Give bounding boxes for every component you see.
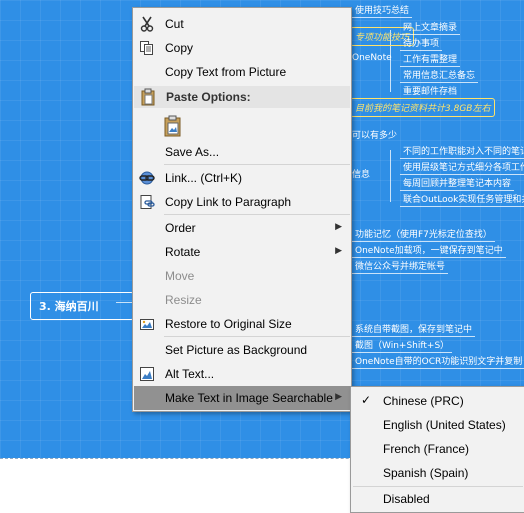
menu-item-cut[interactable]: Cut	[134, 12, 350, 36]
mindmap-node: 可以有多少	[352, 131, 398, 141]
submenu-item-label: Spanish (Spain)	[383, 466, 469, 480]
scissors-icon	[136, 14, 158, 34]
menu-item-label: Copy Link to Paragraph	[165, 195, 292, 209]
menu-separator	[164, 336, 350, 337]
mindmap-node: OneNote加载项，一键保存到笔记中	[352, 243, 506, 258]
menu-item-alt-text[interactable]: Alt Text...	[134, 362, 350, 386]
mindmap-branch-node[interactable]: 3. 海纳百川	[30, 292, 134, 320]
menu-item-label: Link... (Ctrl+K)	[165, 171, 243, 185]
menu-item-label: Cut	[165, 17, 184, 31]
menu-item-move: Move	[134, 264, 350, 288]
menu-item-link[interactable]: Link... (Ctrl+K)	[134, 166, 350, 190]
submenu-item-label: Chinese (PRC)	[383, 394, 464, 408]
mindmap-node: 不同的工作职能对入不同的笔记	[400, 144, 524, 159]
menu-item-label: Order	[165, 221, 196, 235]
menu-item-label: Alt Text...	[165, 367, 215, 381]
menu-item-make-text-searchable[interactable]: Make Text in Image Searchable ▶	[134, 386, 350, 410]
mindmap-node: 联合OutLook实现任务管理和共享	[400, 192, 524, 207]
submenu-item-label: English (United States)	[383, 418, 506, 432]
mindmap-node: 常用信息汇总备忘	[400, 68, 479, 83]
menu-item-set-picture-as-background[interactable]: Set Picture as Background	[134, 338, 350, 362]
mindmap-node: 待办事项	[400, 36, 443, 51]
submenu-item-english-us[interactable]: English (United States)	[351, 413, 523, 437]
mindmap-node: 网上文章摘录	[400, 20, 461, 35]
menu-item-order[interactable]: Order ▶	[134, 216, 350, 240]
menu-item-label: Set Picture as Background	[165, 343, 308, 357]
mindmap-node: 使用技巧总结	[352, 3, 413, 18]
submenu-item-label: French (France)	[383, 442, 470, 456]
menu-item-label: Save As...	[165, 145, 220, 159]
restore-size-icon	[136, 314, 158, 334]
menu-item-label: Copy Text from Picture	[165, 65, 287, 79]
menu-separator	[164, 214, 350, 215]
mindmap-node: 微信公众号并绑定帐号	[352, 259, 449, 274]
paste-picture-option[interactable]	[134, 113, 350, 141]
mindmap-node: 使用层级笔记方式细分各项工作	[400, 160, 524, 175]
mindmap-node: 系统自带截图，保存到笔记中	[352, 322, 476, 337]
submenu-item-french-france[interactable]: French (France)	[351, 437, 523, 461]
paste-picture-icon[interactable]	[162, 115, 184, 137]
menu-item-label: Resize	[165, 293, 202, 307]
mindmap-node: 重要邮件存档	[400, 84, 461, 99]
menu-item-copy-link-to-paragraph[interactable]: Copy Link to Paragraph	[134, 190, 350, 214]
mindmap-node: 工作有需整理	[400, 52, 461, 67]
paste-options-label: Paste Options:	[166, 90, 251, 104]
submenu-item-disabled[interactable]: Disabled	[351, 487, 523, 511]
menu-item-restore-original-size[interactable]: Restore to Original Size	[134, 312, 350, 336]
menu-item-rotate[interactable]: Rotate ▶	[134, 240, 350, 264]
mindmap-node: 功能记忆（使用F7光标定位查找）	[352, 227, 495, 242]
menu-item-label: Move	[165, 269, 195, 283]
menu-item-save-as[interactable]: Save As...	[134, 140, 350, 164]
link-icon	[136, 168, 158, 188]
menu-item-label: Make Text in Image Searchable	[165, 391, 333, 405]
submenu-item-chinese-prc[interactable]: ✓ Chinese (PRC)	[351, 389, 523, 413]
alt-text-icon	[136, 364, 158, 384]
paste-options-header: Paste Options:	[134, 86, 350, 108]
submenu-item-spanish-spain[interactable]: Spanish (Spain)	[351, 461, 523, 485]
copy-icon	[136, 38, 158, 58]
mindmap-node: OneNote自带的OCR功能识别文字并复制	[352, 354, 524, 369]
context-menu: Cut Copy Copy Text from Picture Paste Op…	[132, 7, 352, 412]
mindmap-node: 目前我的笔记资料共计3.8GB左右	[350, 98, 496, 117]
menu-separator	[164, 164, 350, 165]
mindmap-node: OneNote	[352, 53, 392, 63]
mindmap-node: 每周回顾并整理笔记本内容	[400, 176, 515, 191]
chevron-right-icon: ▶	[335, 221, 342, 231]
ocr-language-submenu: ✓ Chinese (PRC) English (United States) …	[350, 386, 524, 513]
menu-item-label: Rotate	[165, 245, 201, 259]
copy-link-icon	[136, 192, 158, 212]
mindmap-node: 信息	[352, 170, 371, 180]
chevron-right-icon: ▶	[335, 245, 342, 255]
menu-item-copy[interactable]: Copy	[134, 36, 350, 60]
menu-item-label: Restore to Original Size	[165, 317, 292, 331]
chevron-right-icon: ▶	[335, 391, 342, 401]
menu-item-resize: Resize	[134, 288, 350, 312]
menu-item-copy-text-from-picture[interactable]: Copy Text from Picture	[134, 60, 350, 84]
submenu-item-label: Disabled	[383, 492, 430, 506]
menu-item-label: Copy	[165, 41, 194, 55]
mindmap-node: 截图（Win+Shift+S）	[352, 338, 453, 353]
clipboard-icon	[140, 88, 156, 111]
checkmark-icon: ✓	[361, 393, 372, 407]
connector-line	[390, 150, 391, 202]
